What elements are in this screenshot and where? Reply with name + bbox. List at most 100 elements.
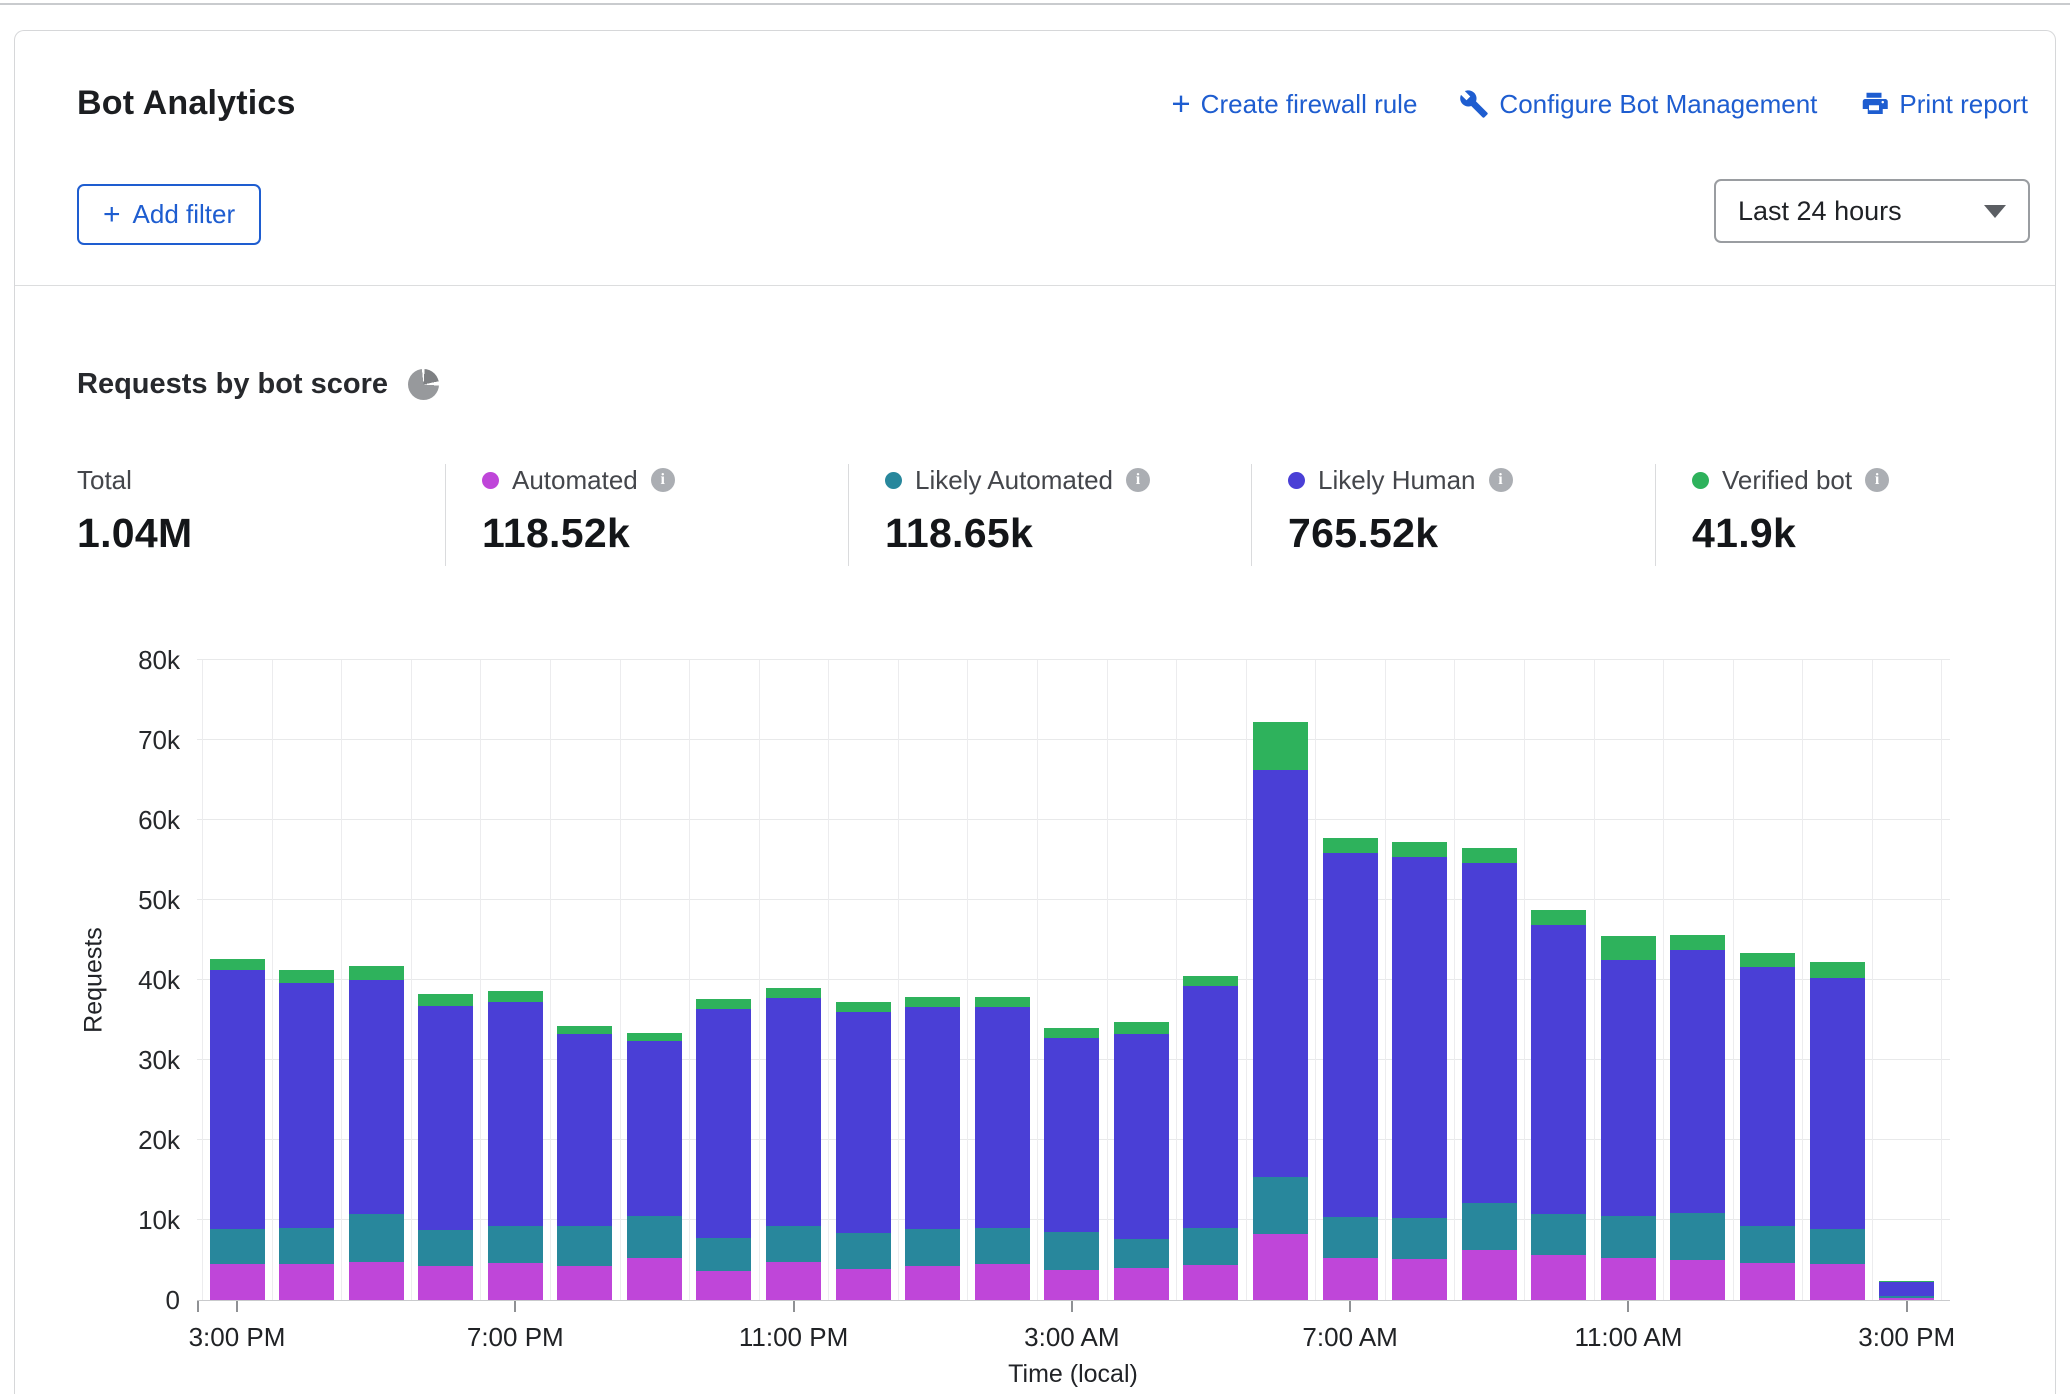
bar-700PM-verified-bot[interactable] — [488, 991, 543, 1002]
bar-600AM-likely-automated[interactable] — [1253, 1177, 1308, 1234]
bar-1000AM-verified-bot[interactable] — [1531, 910, 1586, 924]
bar-300PM-verified-bot[interactable] — [1879, 1281, 1934, 1282]
bar-700PM-likely-human[interactable] — [488, 1002, 543, 1225]
bar-800PM-likely-human[interactable] — [557, 1034, 612, 1226]
bar-100PM-verified-bot[interactable] — [1740, 953, 1795, 967]
bar-1000PM-verified-bot[interactable] — [696, 999, 751, 1009]
bar-700PM-automated[interactable] — [488, 1263, 543, 1300]
bar-100AM-automated[interactable] — [905, 1266, 960, 1300]
bar-400PM-verified-bot[interactable] — [279, 970, 334, 983]
bar-500AM-verified-bot[interactable] — [1183, 976, 1238, 986]
bar-600AM-likely-human[interactable] — [1253, 770, 1308, 1176]
bar-600PM-likely-automated[interactable] — [418, 1230, 473, 1267]
bar-200AM-likely-human[interactable] — [975, 1007, 1030, 1228]
bar-800PM-likely-automated[interactable] — [557, 1226, 612, 1266]
bar-100AM-likely-automated[interactable] — [905, 1229, 960, 1267]
bar-300PM-likely-human[interactable] — [1879, 1282, 1934, 1296]
bar-1000PM-likely-automated[interactable] — [696, 1238, 751, 1272]
bar-500PM-verified-bot[interactable] — [349, 966, 404, 980]
bar-700PM-likely-automated[interactable] — [488, 1226, 543, 1264]
bar-500PM-likely-human[interactable] — [349, 980, 404, 1214]
bar-300AM-automated[interactable] — [1044, 1270, 1099, 1300]
bar-300PM-automated[interactable] — [210, 1264, 265, 1300]
bar-500PM-likely-automated[interactable] — [349, 1214, 404, 1261]
bar-1200PM-likely-human[interactable] — [1670, 950, 1725, 1213]
bar-200AM-verified-bot[interactable] — [975, 997, 1030, 1007]
bar-300PM-verified-bot[interactable] — [210, 959, 265, 970]
bar-1000AM-likely-automated[interactable] — [1531, 1214, 1586, 1255]
create-firewall-rule-link[interactable]: + Create firewall rule — [1171, 89, 1417, 120]
bar-900AM-automated[interactable] — [1462, 1250, 1517, 1300]
bar-900PM-likely-human[interactable] — [627, 1041, 682, 1216]
bar-100AM-likely-human[interactable] — [905, 1007, 960, 1229]
bar-600PM-likely-human[interactable] — [418, 1006, 473, 1229]
bar-1200AM-likely-automated[interactable] — [836, 1233, 891, 1269]
info-icon[interactable]: i — [1489, 468, 1513, 492]
bar-700AM-likely-human[interactable] — [1323, 853, 1378, 1217]
info-icon[interactable]: i — [1126, 468, 1150, 492]
bar-1000PM-automated[interactable] — [696, 1271, 751, 1300]
time-range-select[interactable]: Last 24 hours — [1714, 179, 2030, 243]
bar-1100PM-automated[interactable] — [766, 1262, 821, 1300]
bar-800AM-automated[interactable] — [1392, 1259, 1447, 1300]
bar-500AM-likely-human[interactable] — [1183, 986, 1238, 1228]
bar-900PM-likely-automated[interactable] — [627, 1216, 682, 1258]
bar-1000AM-likely-human[interactable] — [1531, 925, 1586, 1215]
bar-900PM-verified-bot[interactable] — [627, 1033, 682, 1041]
bar-1200AM-likely-human[interactable] — [836, 1012, 891, 1233]
bar-200PM-likely-automated[interactable] — [1810, 1229, 1865, 1264]
bar-1100PM-likely-human[interactable] — [766, 998, 821, 1226]
bar-800AM-likely-automated[interactable] — [1392, 1218, 1447, 1260]
bar-900AM-likely-automated[interactable] — [1462, 1203, 1517, 1250]
bar-700AM-automated[interactable] — [1323, 1258, 1378, 1300]
bar-400PM-automated[interactable] — [279, 1264, 334, 1300]
info-icon[interactable]: i — [651, 468, 675, 492]
bar-100PM-likely-automated[interactable] — [1740, 1226, 1795, 1263]
bar-300AM-likely-automated[interactable] — [1044, 1232, 1099, 1270]
bar-800AM-verified-bot[interactable] — [1392, 842, 1447, 856]
bar-1000AM-automated[interactable] — [1531, 1255, 1586, 1300]
bar-900PM-automated[interactable] — [627, 1258, 682, 1300]
bar-500AM-automated[interactable] — [1183, 1265, 1238, 1300]
bar-800PM-verified-bot[interactable] — [557, 1026, 612, 1034]
bar-400PM-likely-automated[interactable] — [279, 1228, 334, 1264]
bar-200PM-likely-human[interactable] — [1810, 978, 1865, 1229]
bar-300PM-likely-automated[interactable] — [210, 1229, 265, 1264]
bar-400AM-automated[interactable] — [1114, 1268, 1169, 1300]
bar-200PM-automated[interactable] — [1810, 1264, 1865, 1300]
bar-300PM-likely-automated[interactable] — [1879, 1296, 1934, 1298]
info-icon[interactable]: i — [1865, 468, 1889, 492]
bar-800PM-automated[interactable] — [557, 1266, 612, 1300]
bar-1200AM-verified-bot[interactable] — [836, 1002, 891, 1012]
configure-bot-management-link[interactable]: Configure Bot Management — [1459, 89, 1817, 120]
bar-200PM-verified-bot[interactable] — [1810, 962, 1865, 977]
bar-600AM-verified-bot[interactable] — [1253, 722, 1308, 770]
bar-700AM-verified-bot[interactable] — [1323, 838, 1378, 852]
bar-1100PM-likely-automated[interactable] — [766, 1226, 821, 1263]
bar-1100AM-verified-bot[interactable] — [1601, 936, 1656, 960]
bar-600PM-automated[interactable] — [418, 1266, 473, 1300]
bar-400AM-likely-human[interactable] — [1114, 1034, 1169, 1239]
bar-1100AM-likely-human[interactable] — [1601, 960, 1656, 1216]
bar-400PM-likely-human[interactable] — [279, 983, 334, 1228]
bar-500AM-likely-automated[interactable] — [1183, 1228, 1238, 1265]
bar-400AM-verified-bot[interactable] — [1114, 1022, 1169, 1034]
bar-1200PM-automated[interactable] — [1670, 1260, 1725, 1300]
bar-600PM-verified-bot[interactable] — [418, 994, 473, 1006]
bar-100AM-verified-bot[interactable] — [905, 997, 960, 1007]
bar-800AM-likely-human[interactable] — [1392, 857, 1447, 1218]
bar-200AM-likely-automated[interactable] — [975, 1228, 1030, 1264]
bar-300PM-likely-human[interactable] — [210, 970, 265, 1228]
print-report-link[interactable]: Print report — [1859, 89, 2028, 120]
bar-900AM-verified-bot[interactable] — [1462, 848, 1517, 863]
bar-600AM-automated[interactable] — [1253, 1234, 1308, 1300]
bar-900AM-likely-human[interactable] — [1462, 863, 1517, 1203]
bar-100PM-automated[interactable] — [1740, 1263, 1795, 1300]
bar-1100PM-verified-bot[interactable] — [766, 988, 821, 998]
bar-400AM-likely-automated[interactable] — [1114, 1239, 1169, 1268]
bar-1200AM-automated[interactable] — [836, 1269, 891, 1300]
bar-1200PM-verified-bot[interactable] — [1670, 935, 1725, 949]
bar-100PM-likely-human[interactable] — [1740, 967, 1795, 1226]
bar-500PM-automated[interactable] — [349, 1262, 404, 1300]
bar-200AM-automated[interactable] — [975, 1264, 1030, 1300]
